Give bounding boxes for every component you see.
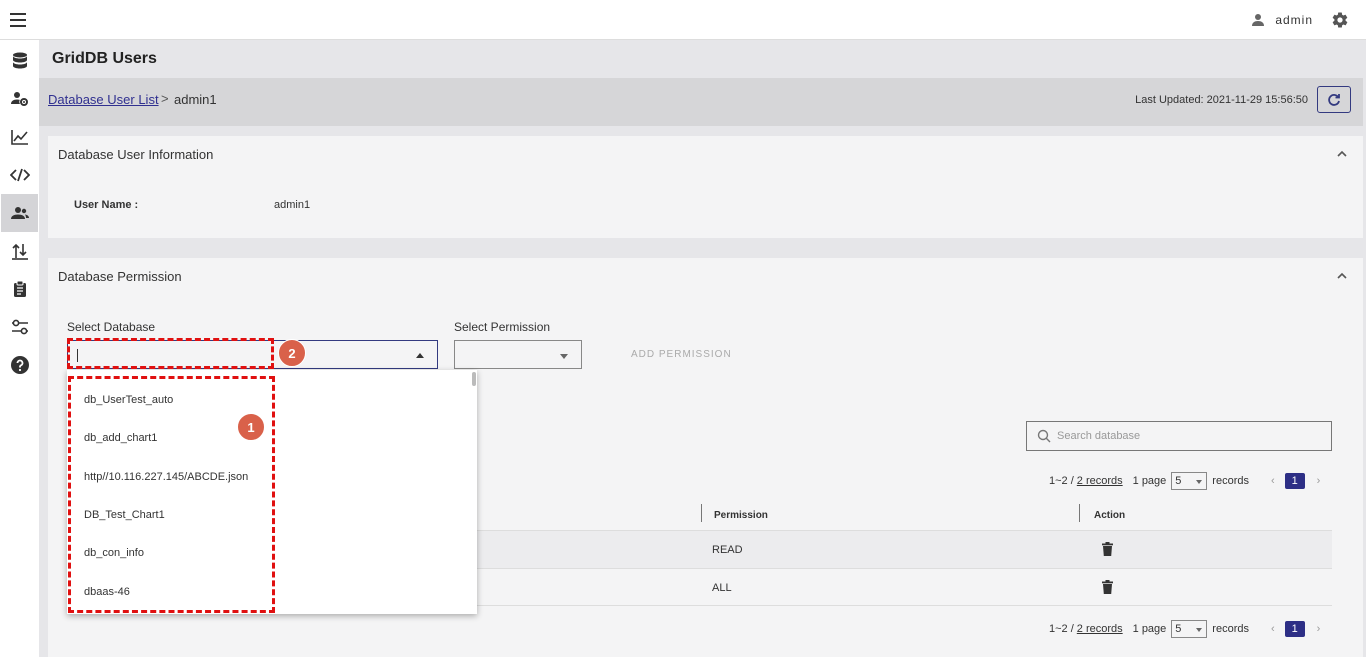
chevron-up-icon[interactable]	[1337, 272, 1347, 279]
page-count: 1 page	[1132, 623, 1167, 635]
clipboard-icon	[13, 280, 26, 297]
breadcrumb-separator: >	[161, 91, 169, 106]
user-gear-icon	[10, 92, 28, 106]
delete-icon[interactable]	[1102, 542, 1113, 556]
prev-page-icon[interactable]: ‹	[1271, 623, 1275, 635]
user-info-panel: Database User Information User Name : ad…	[48, 136, 1363, 238]
delete-icon[interactable]	[1102, 580, 1113, 594]
top-bar: admin	[0, 0, 1366, 40]
page-title-bar: GridDB Users	[39, 40, 1363, 78]
per-page-value: 5	[1175, 475, 1182, 487]
user-name-value: admin1	[274, 199, 311, 211]
caret-down-icon	[1196, 480, 1203, 484]
page-number-button[interactable]: 1	[1284, 621, 1305, 637]
caret-down-icon	[1196, 628, 1203, 632]
select-permission-label: Select Permission	[454, 320, 551, 334]
line-chart-icon	[10, 130, 28, 145]
sidebar-item-configuration[interactable]	[1, 308, 38, 346]
help-icon	[10, 356, 29, 374]
code-icon	[9, 168, 30, 182]
column-divider	[701, 504, 702, 522]
sidebar-item-user-settings[interactable]	[1, 80, 38, 118]
table-row: READ	[470, 530, 1332, 568]
sidebar	[0, 40, 39, 657]
sidebar-item-monitoring[interactable]	[1, 118, 38, 156]
gear-icon[interactable]	[1331, 11, 1349, 29]
sidebar-item-users[interactable]	[1, 194, 38, 232]
sidebar-item-logs[interactable]	[1, 270, 38, 308]
per-page-select[interactable]: 5	[1171, 472, 1208, 490]
sidebar-item-sql[interactable]	[1, 156, 38, 194]
records-word: records	[1212, 623, 1249, 635]
pagination-bottom: 1~2 / 2 records 1 page 5 records ‹ 1 ›	[1049, 620, 1320, 638]
menu-icon[interactable]	[10, 13, 26, 27]
breadcrumb-user-list-link[interactable]: Database User List	[48, 92, 159, 107]
sidebar-item-help[interactable]	[1, 346, 38, 384]
per-page-value: 5	[1175, 623, 1182, 635]
refresh-icon	[1328, 93, 1340, 106]
table-row: ALL	[470, 568, 1332, 606]
table-header: Permission Action	[470, 501, 1332, 530]
page-number-button[interactable]: 1	[1284, 473, 1305, 489]
refresh-button[interactable]	[1317, 86, 1351, 113]
user-name[interactable]: admin	[1275, 13, 1313, 27]
annotation-badge-1: 1	[237, 413, 265, 441]
annotation-badge-2: 2	[278, 339, 306, 367]
records-word: records	[1212, 475, 1249, 487]
column-permission[interactable]: Permission	[714, 510, 768, 521]
sidebar-item-import-export[interactable]	[1, 232, 38, 270]
chevron-up-icon[interactable]	[1337, 150, 1347, 157]
add-permission-button[interactable]: ADD PERMISSION	[631, 349, 732, 360]
user-area: admin	[1251, 11, 1349, 29]
per-page-select[interactable]: 5	[1171, 620, 1208, 638]
column-action: Action	[1094, 510, 1126, 521]
breadcrumb-current: admin1	[174, 92, 217, 107]
database-icon	[12, 52, 27, 69]
caret-up-icon[interactable]	[416, 353, 424, 358]
permission-cell: READ	[712, 544, 743, 556]
permission-title: Database Permission	[58, 269, 182, 284]
select-permission-dropdown[interactable]	[454, 340, 582, 369]
user-info-title: Database User Information	[58, 147, 214, 162]
user-icon	[1252, 14, 1265, 26]
select-database-label: Select Database	[67, 320, 156, 334]
search-icon	[1037, 429, 1051, 443]
scrollbar[interactable]	[472, 372, 476, 386]
user-name-label: User Name :	[74, 199, 139, 211]
import-export-icon	[11, 243, 28, 260]
search-database-field[interactable]	[1026, 421, 1332, 451]
annotation-highlight-input	[67, 338, 274, 369]
search-database-input[interactable]	[1057, 430, 1307, 442]
records-count-link[interactable]: 2 records	[1077, 475, 1123, 487]
config-icon	[11, 319, 28, 335]
pagination-range: 1~2 /	[1049, 623, 1074, 635]
permission-cell: ALL	[712, 582, 732, 594]
records-count-link[interactable]: 2 records	[1077, 623, 1123, 635]
pagination-range: 1~2 /	[1049, 475, 1074, 487]
prev-page-icon[interactable]: ‹	[1271, 475, 1275, 487]
next-page-icon[interactable]: ›	[1317, 475, 1321, 487]
breadcrumb: Database User List > admin1 Last Updated…	[39, 78, 1363, 126]
column-divider	[1079, 504, 1080, 522]
sidebar-item-database[interactable]	[1, 42, 38, 80]
users-icon	[10, 207, 29, 219]
last-updated-text: Last Updated: 2021-11-29 15:56:50	[1135, 94, 1308, 106]
next-page-icon[interactable]: ›	[1317, 623, 1321, 635]
caret-down-icon	[560, 354, 568, 359]
annotation-highlight-list	[68, 376, 275, 613]
pagination-top: 1~2 / 2 records 1 page 5 records ‹ 1 ›	[1049, 472, 1320, 490]
page-count: 1 page	[1132, 475, 1167, 487]
page-title: GridDB Users	[52, 50, 157, 67]
